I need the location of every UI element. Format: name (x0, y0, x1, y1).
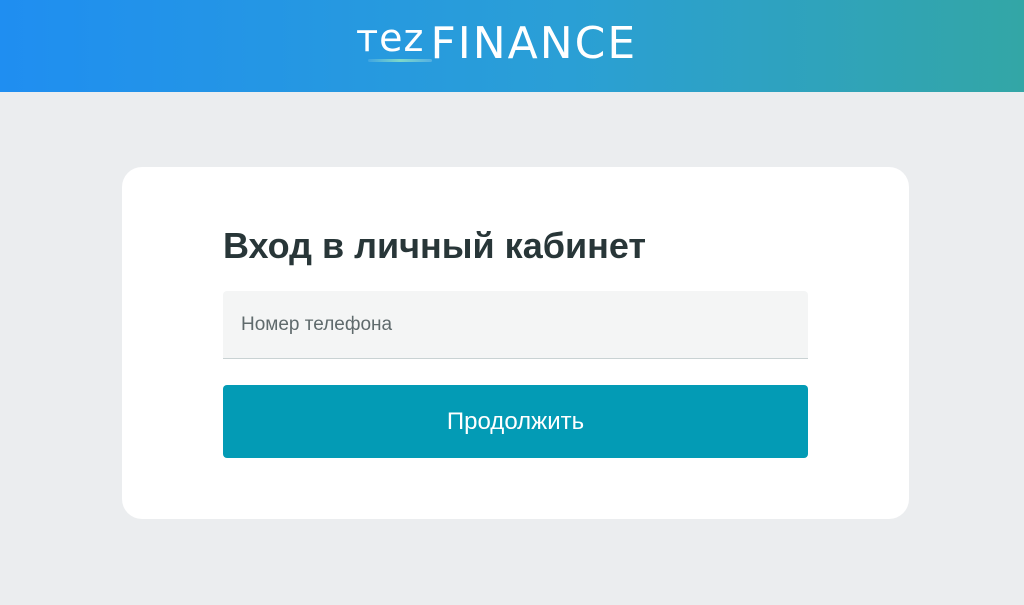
logo-underline-decoration (368, 59, 432, 62)
logo-tez-text: тez (356, 16, 425, 60)
page-title: Вход в личный кабинет (223, 225, 646, 266)
logo-finance-text: FINANCE (430, 18, 638, 69)
phone-number-input[interactable] (223, 291, 808, 359)
header-bar: тez FINANCE (0, 0, 1024, 92)
continue-button[interactable]: Продолжить (223, 385, 808, 458)
login-card: Вход в личный кабинет Продолжить (122, 167, 909, 519)
tezfinance-logo[interactable]: тez FINANCE (356, 14, 637, 66)
